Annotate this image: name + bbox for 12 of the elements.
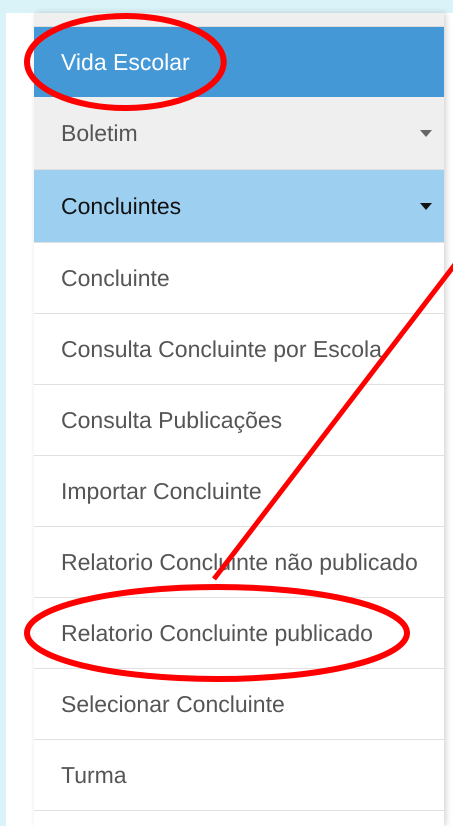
menu-header: Vida Escolar bbox=[61, 49, 190, 75]
caret-icon bbox=[420, 130, 432, 136]
menu-item[interactable]: Concluintes bbox=[34, 170, 444, 243]
caret-icon bbox=[420, 202, 432, 210]
menu-item[interactable]: Boletim bbox=[34, 97, 444, 170]
submenu-item[interactable]: Consulta Publicações bbox=[34, 385, 444, 456]
submenu-item[interactable]: Turma bbox=[34, 740, 444, 811]
submenu-item[interactable]: Relatorio Concluinte publicado bbox=[34, 598, 444, 669]
submenu-item[interactable]: Selecionar Concluinte bbox=[34, 669, 444, 740]
submenu-item[interactable]: Concluinte bbox=[34, 243, 444, 314]
submenu-item[interactable]: Importar Concluinte bbox=[34, 456, 444, 527]
submenu-item[interactable]: Consulta Concluinte por Escola bbox=[34, 314, 444, 385]
